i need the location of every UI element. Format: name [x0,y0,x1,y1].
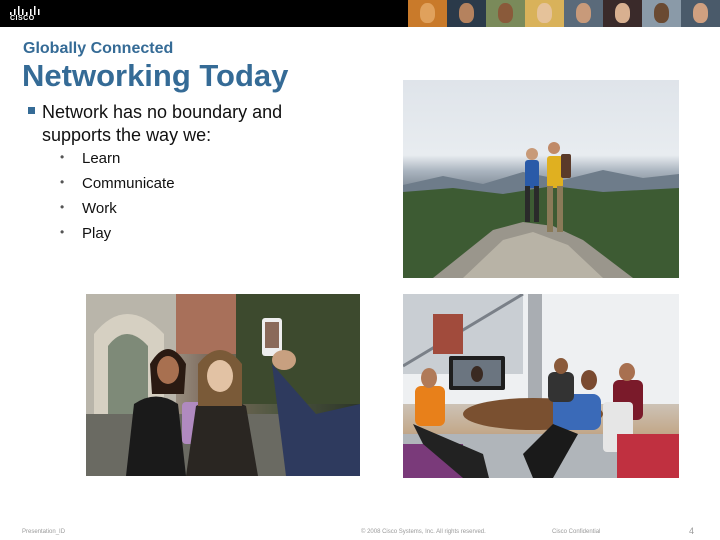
friends-illustration [86,294,360,476]
hikers-illustration [403,142,679,278]
cisco-logo: CISCO [8,4,42,23]
header-photo [681,0,720,27]
header-photo [642,0,681,27]
list-item-label: Learn [82,150,121,167]
main-bullet-text: Network has no boundary and supports the… [42,102,283,145]
header-photo [525,0,564,27]
photo-hikers-mountain [403,80,679,278]
slide: CISCO Globally Connected Networking Toda… [0,0,720,540]
slide-subtitle: Globally Connected [23,40,174,57]
list-item-label: Work [82,200,117,217]
header-photo [603,0,642,27]
header-photo [447,0,486,27]
photo-friends-selfie [86,294,360,476]
list-item: • Play [58,225,175,250]
photo-video-meeting [403,294,679,478]
sub-bullet-list: • Learn • Communicate • Work • Play [58,150,175,250]
logo-text: CISCO [10,15,35,22]
square-bullet-icon [28,107,35,114]
list-item: • Work [58,200,175,225]
bullet-dot-icon: • [60,150,65,164]
header-bar: CISCO [0,0,720,27]
main-bullet: Network has no boundary and supports the… [28,101,348,147]
slide-title: Networking Today [22,58,289,93]
footer-presentation-id: Presentation_ID [22,529,66,535]
page-number: 4 [689,526,695,536]
bullet-dot-icon: • [60,225,65,239]
list-item-label: Play [82,225,112,242]
bullet-dot-icon: • [60,175,65,189]
footer-confidential: Cisco Confidential [552,529,601,535]
list-item: • Communicate [58,175,175,200]
list-item-label: Communicate [82,175,175,192]
header-photo [408,0,447,27]
bullet-dot-icon: • [60,200,65,214]
header-photo-strip [408,0,720,27]
meeting-illustration [403,294,679,478]
header-photo [564,0,603,27]
header-photo [486,0,525,27]
footer-copyright: © 2008 Cisco Systems, Inc. All rights re… [361,529,486,535]
list-item: • Learn [58,150,175,175]
